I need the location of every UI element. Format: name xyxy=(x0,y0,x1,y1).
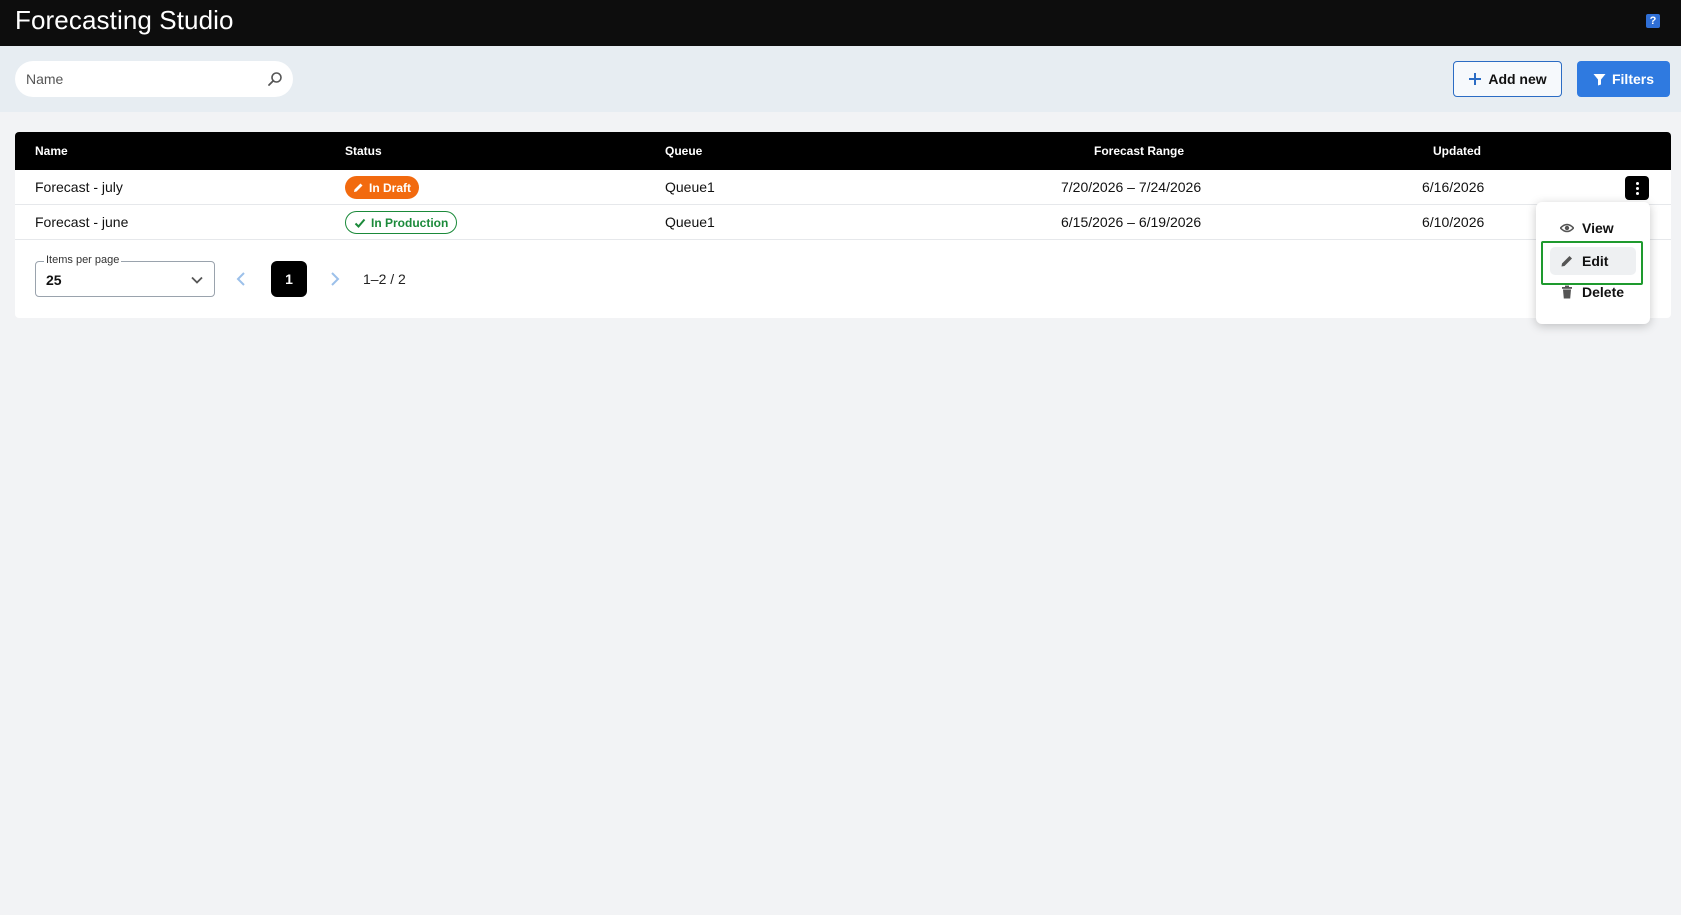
check-icon xyxy=(354,218,366,228)
app-header: Forecasting Studio ? xyxy=(0,0,1681,46)
row-actions-menu: View Edit Delete xyxy=(1536,202,1650,324)
plus-icon xyxy=(1469,73,1482,85)
menu-item-label: Edit xyxy=(1582,253,1609,269)
table-row[interactable]: Forecast - june In Production Queue1 6/1… xyxy=(15,205,1671,240)
forecast-table: Name Status Queue Forecast Range Updated… xyxy=(15,132,1671,318)
forecast-range: 6/15/2026 – 6/19/2026 xyxy=(1061,214,1202,230)
status-label: In Production xyxy=(371,215,449,230)
row-actions-button[interactable] xyxy=(1625,176,1649,200)
filters-label: Filters xyxy=(1611,71,1654,87)
chevron-down-icon xyxy=(191,276,203,284)
add-new-button[interactable]: Add new xyxy=(1453,61,1562,97)
updated-date: 6/10/2026 xyxy=(1422,214,1485,230)
more-vertical-icon-dot xyxy=(1635,191,1639,195)
search-icon[interactable] xyxy=(267,71,283,87)
toolbar: Add new Filters xyxy=(0,46,1681,112)
column-header-updated[interactable]: Updated xyxy=(1433,144,1481,158)
column-header-status[interactable]: Status xyxy=(345,144,382,158)
search-input[interactable] xyxy=(15,61,293,97)
column-header-forecast-range[interactable]: Forecast Range xyxy=(1094,144,1184,158)
pencil-icon xyxy=(1561,256,1572,267)
items-per-page-value: 25 xyxy=(46,272,62,288)
more-vertical-icon-dot xyxy=(1635,181,1639,185)
pagination-range: 1–2 / 2 xyxy=(363,271,406,287)
forecast-name: Forecast - july xyxy=(35,179,123,195)
menu-item-view[interactable]: View xyxy=(1550,214,1636,242)
chevron-left-icon[interactable] xyxy=(234,271,248,287)
eye-icon xyxy=(1560,223,1574,233)
more-vertical-icon-dot xyxy=(1635,186,1639,190)
items-per-page-label: Items per page xyxy=(44,254,122,266)
updated-date: 6/16/2026 xyxy=(1422,179,1485,195)
pencil-icon xyxy=(354,183,363,192)
forecast-name: Forecast - june xyxy=(35,214,129,230)
menu-item-label: Delete xyxy=(1582,284,1625,300)
forecast-range: 7/20/2026 – 7/24/2026 xyxy=(1061,179,1202,195)
search-box xyxy=(15,61,293,97)
table-row[interactable]: Forecast - july In Draft Queue1 7/20/202… xyxy=(15,170,1671,205)
table-header: Name Status Queue Forecast Range Updated xyxy=(15,132,1671,170)
menu-item-label: View xyxy=(1582,220,1614,236)
trash-icon xyxy=(1562,285,1572,299)
column-header-queue[interactable]: Queue xyxy=(665,144,702,158)
status-label: In Draft xyxy=(369,180,411,195)
app-title: Forecasting Studio xyxy=(15,5,234,35)
pagination: Items per page 25 1 1–2 / 2 xyxy=(15,240,1671,318)
menu-item-edit[interactable]: Edit xyxy=(1550,247,1636,275)
column-header-name[interactable]: Name xyxy=(35,144,68,158)
filters-button[interactable]: Filters xyxy=(1577,61,1670,97)
chevron-right-icon[interactable] xyxy=(328,271,342,287)
menu-item-delete[interactable]: Delete xyxy=(1550,278,1636,306)
queue-name: Queue1 xyxy=(665,214,715,230)
help-icon[interactable]: ? xyxy=(1646,14,1660,28)
items-per-page-select[interactable]: Items per page 25 xyxy=(35,254,215,297)
page-button-current[interactable]: 1 xyxy=(271,261,307,297)
filter-icon xyxy=(1593,73,1606,85)
add-new-label: Add new xyxy=(1488,71,1547,87)
status-badge: In Production xyxy=(345,211,458,234)
status-badge: In Draft xyxy=(345,176,419,199)
queue-name: Queue1 xyxy=(665,179,715,195)
